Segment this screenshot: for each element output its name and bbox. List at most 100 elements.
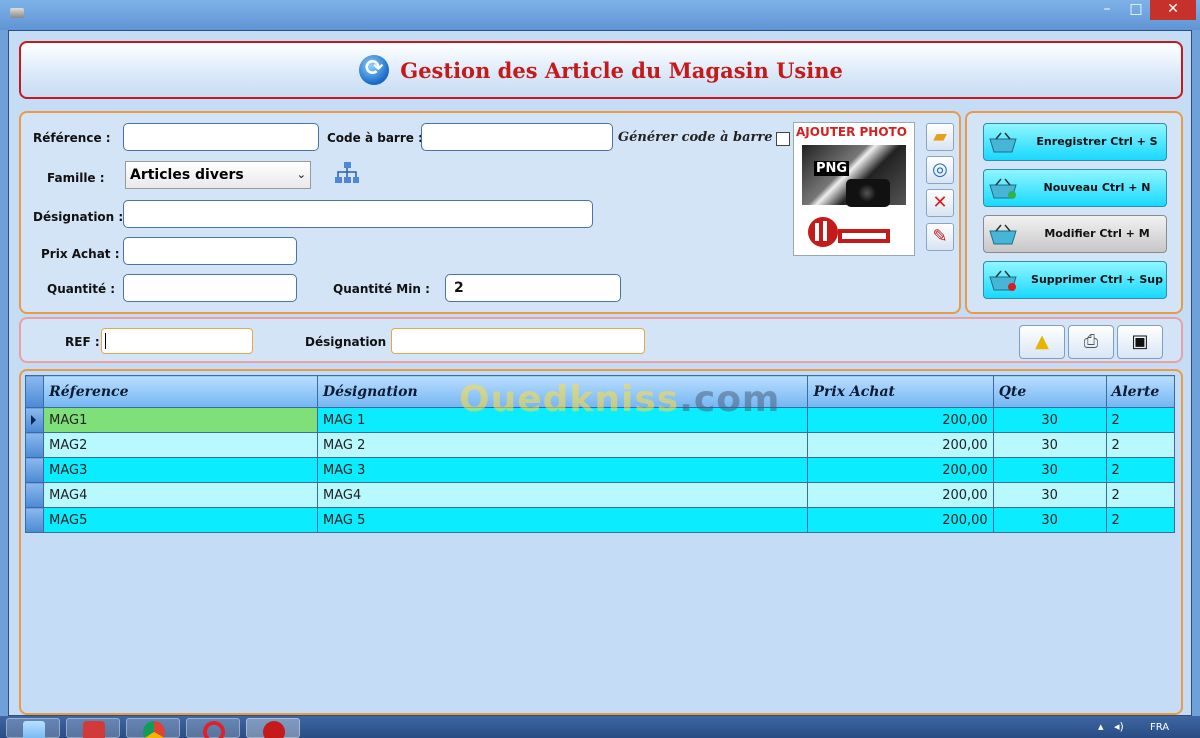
cell-designation[interactable]: MAG 2 [317, 432, 809, 458]
cell-reference[interactable]: MAG2 [43, 432, 319, 458]
cell-qte[interactable]: 30 [992, 457, 1107, 483]
cell-reference[interactable]: MAG3 [43, 457, 319, 483]
window-client-area: Gestion des Article du Magasin Usine Réf… [8, 30, 1192, 716]
tray-icons[interactable]: ▴ ◂) [1098, 720, 1124, 733]
maximize-button[interactable]: □ [1122, 0, 1150, 20]
taskbar-app-current[interactable] [246, 718, 300, 738]
delete-photo-button[interactable]: ✕ [926, 189, 954, 217]
reference-label: Référence : [33, 131, 111, 145]
pdf-button[interactable]: ✎ [926, 223, 954, 251]
brand-logo [808, 217, 890, 247]
close-button[interactable]: ✕ [1150, 0, 1196, 20]
table-row[interactable]: MAG2 MAG 2 200,00 30 2 [24, 432, 1175, 458]
cell-qte[interactable]: 30 [992, 407, 1107, 433]
export-image-button[interactable]: ▣ [1117, 325, 1163, 359]
hierarchy-icon[interactable] [334, 161, 360, 185]
family-select[interactable]: Articles divers ⌄ [125, 161, 311, 189]
cell-price[interactable]: 200,00 [807, 457, 994, 483]
cell-qte[interactable]: 30 [992, 432, 1107, 458]
column-header-qte[interactable]: Qte [992, 375, 1107, 408]
search-designation-label: Désignation : [305, 335, 396, 349]
price-label: Prix Achat : [41, 247, 120, 261]
minimize-button[interactable]: – [1092, 0, 1122, 20]
quantity-input[interactable] [123, 274, 297, 302]
cell-alerte[interactable]: 2 [1105, 407, 1175, 433]
family-select-value: Articles divers [130, 167, 244, 183]
article-form-panel: Référence : Code à barre : Générer code … [19, 111, 961, 314]
cell-qte[interactable]: 30 [992, 507, 1107, 533]
printer-icon: ⎙ [1083, 331, 1099, 352]
table-row[interactable]: MAG3 MAG 3 200,00 30 2 [24, 457, 1175, 483]
cell-reference[interactable]: MAG5 [43, 507, 319, 533]
table-row[interactable]: MAG5 MAG 5 200,00 30 2 [24, 507, 1175, 533]
taskbar-start-button[interactable] [6, 718, 60, 738]
row-indicator[interactable] [24, 482, 45, 508]
taskbar-app-opera[interactable] [186, 718, 240, 738]
alert-filter-button[interactable]: ▲ [1019, 325, 1065, 359]
cell-price[interactable]: 200,00 [807, 482, 994, 508]
generate-barcode-label: Générer code à barre [618, 130, 773, 145]
taskbar: ▴ ◂) FRA [0, 716, 1200, 738]
designation-input[interactable] [123, 200, 593, 228]
row-indicator[interactable] [24, 457, 45, 483]
print-button[interactable]: ⎙ [1068, 325, 1114, 359]
cell-reference[interactable]: MAG4 [43, 482, 319, 508]
row-indicator[interactable] [24, 432, 45, 458]
quantity-label: Quantité : [47, 282, 116, 296]
cell-price[interactable]: 200,00 [807, 432, 994, 458]
warning-icon: ▲ [1035, 331, 1049, 352]
delete-button[interactable]: Supprimer Ctrl + Sup [983, 261, 1167, 299]
photo-png-label: PNG [814, 161, 850, 176]
chrome-icon [143, 721, 165, 738]
open-folder-button[interactable]: ▰ [926, 123, 954, 151]
save-button[interactable]: Enregistrer Ctrl + S [983, 123, 1167, 161]
cell-reference[interactable]: MAG1 [43, 407, 319, 433]
image-icon: ▣ [1131, 331, 1149, 352]
photo-area[interactable]: AJOUTER PHOTO PNG [793, 122, 915, 256]
cell-price[interactable]: 200,00 [807, 407, 994, 433]
add-photo-label: AJOUTER PHOTO [796, 125, 907, 139]
reference-input[interactable] [123, 123, 319, 151]
taskbar-app-chrome[interactable] [126, 718, 180, 738]
table-row[interactable]: MAG4 MAG4 200,00 30 2 [24, 482, 1175, 508]
cell-alerte[interactable]: 2 [1105, 482, 1175, 508]
cell-alerte[interactable]: 2 [1105, 507, 1175, 533]
search-ref-input[interactable] [101, 328, 253, 354]
search-designation-input[interactable] [391, 328, 645, 354]
watermark-part1: Oued [459, 379, 570, 420]
articles-grid-panel: Réference Désignation Prix Achat Qte Ale… [19, 369, 1183, 715]
price-input[interactable] [123, 237, 297, 265]
taskbar-app-flash[interactable] [66, 718, 120, 738]
row-indicator[interactable] [24, 507, 45, 533]
basket-edit-icon [989, 224, 1017, 245]
barcode-label: Code à barre : [327, 131, 423, 145]
webcam-button[interactable]: ◎ [926, 156, 954, 184]
opera-icon [203, 721, 225, 738]
cell-designation[interactable]: MAG4 [317, 482, 809, 508]
cell-alerte[interactable]: 2 [1105, 432, 1175, 458]
edit-button[interactable]: Modifier Ctrl + M [983, 215, 1167, 253]
basket-icon [989, 132, 1017, 153]
cell-designation[interactable]: MAG 5 [317, 507, 809, 533]
cell-price[interactable]: 200,00 [807, 507, 994, 533]
new-button[interactable]: Nouveau Ctrl + N [983, 169, 1167, 207]
new-button-label: Nouveau Ctrl + N [1043, 181, 1151, 194]
family-label: Famille : [47, 171, 105, 185]
chevron-down-icon: ⌄ [296, 168, 306, 181]
cell-qte[interactable]: 30 [992, 482, 1107, 508]
row-indicator[interactable] [24, 407, 45, 433]
language-indicator[interactable]: FRA [1150, 722, 1169, 733]
cell-alerte[interactable]: 2 [1105, 457, 1175, 483]
flash-app-icon [83, 721, 105, 738]
save-button-label: Enregistrer Ctrl + S [1036, 135, 1158, 148]
cell-designation[interactable]: MAG 3 [317, 457, 809, 483]
column-header-reference[interactable]: Réference [43, 375, 319, 408]
quantity-min-input[interactable]: 2 [445, 274, 621, 302]
column-header-price[interactable]: Prix Achat [807, 375, 994, 408]
barcode-input[interactable] [421, 123, 613, 151]
generate-barcode-checkbox[interactable] [776, 132, 790, 146]
app-icon [10, 8, 24, 18]
column-header-alerte[interactable]: Alerte [1105, 375, 1175, 408]
refresh-icon[interactable] [359, 55, 390, 85]
search-ref-label: REF : [65, 335, 100, 349]
